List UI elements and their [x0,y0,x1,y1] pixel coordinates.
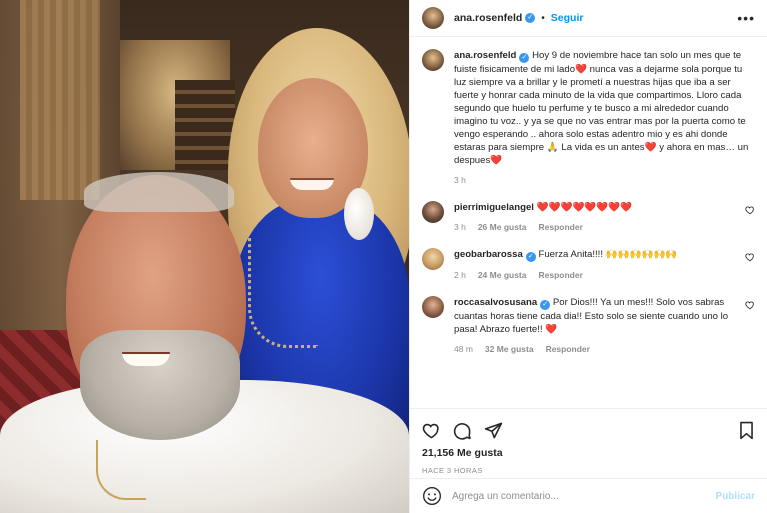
share-paper-plane-icon[interactable] [484,421,503,440]
photo-dress-trim [248,238,318,348]
photo-earring [344,188,374,240]
comment-content: Fuerza Anita!!!! [538,249,606,260]
caption-meta: 3 h [454,175,755,185]
like-comment-heart-icon[interactable] [745,300,755,310]
comment-item: roccasalvosusana ✓ Por Dios!!! Ya un mes!… [422,296,755,354]
publish-button[interactable]: Publicar [716,491,755,502]
like-comment-heart-icon[interactable] [745,252,755,262]
heart-emoji-icon: ❤️ [575,64,587,75]
comment-meta: 2 h 24 Me gusta Responder [454,270,735,280]
author-username[interactable]: ana.rosenfeld [454,12,522,24]
commenter-username[interactable]: geobarbarossa [454,249,523,260]
pray-emoji-icon: 🙏 [546,142,559,153]
add-comment-bar: Publicar [410,478,767,513]
likes-count[interactable]: 21,156 Me gusta [422,447,755,459]
reply-button[interactable]: Responder [538,222,582,232]
post-header: ana.rosenfeld ✓ • Seguir ••• [410,0,767,37]
heart-emoji-icon: ❤️ [490,155,503,166]
post-actions: 21,156 Me gusta HACE 3 HORAS [410,408,767,478]
author-avatar[interactable] [422,7,444,29]
comment-likes[interactable]: 26 Me gusta [478,222,527,232]
comment-text: geobarbarossa ✓ Fuerza Anita!!!! 🙌🙌🙌🙌🙌🙌 [454,248,735,262]
header-separator: • [541,12,545,24]
commenter-username[interactable]: pierrimiguelangel [454,202,534,213]
comment-likes[interactable]: 32 Me gusta [485,344,534,354]
commenter-username[interactable]: roccasalvosusana [454,297,537,308]
comment-item: pierrimiguelangel ❤️❤️❤️❤️❤️❤️❤️❤️ 3 h 2… [422,201,755,232]
heart-emoji-icon: ❤️ [545,324,558,335]
comment-time[interactable]: 3 h [454,222,466,232]
reply-button[interactable]: Responder [546,344,590,354]
verified-badge-icon: ✓ [540,300,551,310]
comment-meta: 3 h 26 Me gusta Responder [454,222,735,232]
verified-badge-icon: ✓ [519,53,530,63]
comment-text: roccasalvosusana ✓ Por Dios!!! Ya un mes!… [454,296,735,336]
photo-curtain [20,0,100,200]
like-heart-icon[interactable] [422,421,441,440]
heart-emoji-icon: ❤️ [644,142,657,153]
comments-list[interactable]: ana.rosenfeld ✓ Hoy 9 de noviembre hace t… [410,37,767,408]
emoji-smiley-icon[interactable] [422,486,442,506]
comment-time[interactable]: 2 h [454,270,466,280]
caption-text-part3: La vida es un antes [558,142,645,153]
photo-man-beard [80,330,240,440]
comment-meta: 48 m 32 Me gusta Responder [454,344,735,354]
photo-man-smile [122,352,170,366]
comment-time[interactable]: 48 m [454,344,473,354]
like-comment-heart-icon[interactable] [745,205,755,215]
comment-content: ❤️❤️❤️❤️❤️❤️❤️❤️ [536,202,633,213]
photo-man-hair [84,172,234,212]
post-photo[interactable] [0,0,409,513]
comment-bubble-icon[interactable] [453,421,472,440]
comment-input[interactable] [452,490,716,502]
photo-woman-smile [290,178,334,190]
caption-avatar[interactable] [422,49,444,71]
more-options-icon[interactable]: ••• [737,10,755,26]
photo-shelf [175,80,235,170]
post-side-panel: ana.rosenfeld ✓ • Seguir ••• ana.rosenfe… [409,0,767,513]
post-time[interactable]: HACE 3 HORAS [422,466,755,475]
caption-username[interactable]: ana.rosenfeld [454,50,516,61]
caption-text-part2: nunca vas a dejarme sola porque tu luz s… [454,64,746,153]
comment-text: pierrimiguelangel ❤️❤️❤️❤️❤️❤️❤️❤️ [454,201,735,214]
post-caption: ana.rosenfeld ✓ Hoy 9 de noviembre hace t… [422,49,755,185]
comment-item: geobarbarossa ✓ Fuerza Anita!!!! 🙌🙌🙌🙌🙌🙌 2… [422,248,755,280]
verified-badge-icon: ✓ [525,252,536,262]
verified-badge-icon: ✓ [525,13,536,23]
instagram-post: ana.rosenfeld ✓ • Seguir ••• ana.rosenfe… [0,0,767,513]
action-icons [422,415,755,445]
commenter-avatar[interactable] [422,201,444,223]
comment-likes[interactable]: 24 Me gusta [478,270,527,280]
commenter-avatar[interactable] [422,296,444,318]
reply-button[interactable]: Responder [538,270,582,280]
raised-hands-emoji-icon: 🙌🙌🙌🙌🙌🙌 [605,249,678,260]
caption-text: ana.rosenfeld ✓ Hoy 9 de noviembre hace t… [454,49,755,167]
commenter-avatar[interactable] [422,248,444,270]
save-bookmark-icon[interactable] [738,421,755,440]
follow-button[interactable]: Seguir [551,12,584,24]
caption-time[interactable]: 3 h [454,175,466,185]
